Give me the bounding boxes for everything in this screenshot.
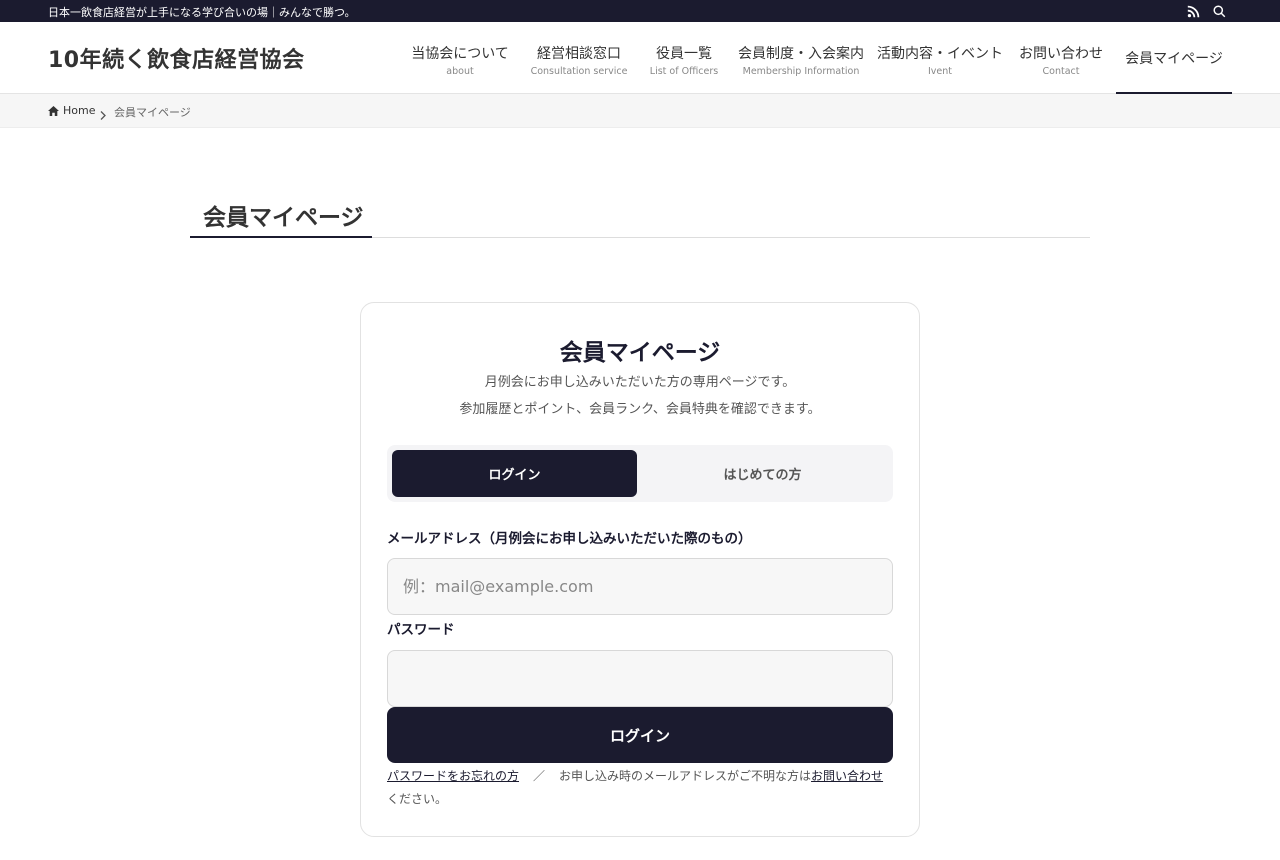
page-title: 会員マイページ [203, 205, 364, 231]
auth-tabs: ログイン はじめての方 [387, 445, 893, 502]
site-title[interactable]: 10年続く飲食店経営協会 [48, 42, 305, 74]
card-description: 参加履歴とポイント、会員ランク、会員特典を確認できます。 [459, 402, 821, 417]
nav-item-sublabel: Ivent [927, 66, 952, 77]
breadcrumb: Home 会員マイページ [0, 94, 1280, 128]
help-suffix: ください。 [387, 792, 448, 806]
nav-item-membership[interactable]: 会員制度・入会案内 Membership Information [736, 22, 866, 94]
nav-item-sublabel: Membership Information [742, 66, 860, 77]
nav-item-sublabel: Contact [1042, 66, 1080, 77]
chevron-right-icon [100, 105, 106, 124]
password-field[interactable] [387, 650, 893, 707]
nav-item-label: 役員一覧 [656, 46, 712, 62]
nav-item-officers[interactable]: 役員一覧 List of Officers [642, 22, 726, 94]
card-description: 月例会にお申し込みいただいた方の専用ページです。 [484, 375, 796, 390]
nav-item-label: 会員マイページ [1125, 51, 1223, 67]
nav-item-sublabel: about [446, 66, 474, 77]
top-bar: 日本一飲食店経営が上手になる学び合いの場｜みんなで勝つ。 [0, 0, 1280, 22]
breadcrumb-current: 会員マイページ [114, 106, 191, 119]
login-card: 会員マイページ 月例会にお申し込みいただいた方の専用ページです。 参加履歴とポイ… [360, 302, 920, 837]
nav-item-about[interactable]: 当協会について about [404, 22, 516, 94]
nav-item-events[interactable]: 活動内容・イベント Ivent [876, 22, 1004, 94]
password-label: パスワード [387, 622, 455, 638]
tab-first-time[interactable]: はじめての方 [637, 450, 888, 497]
nav-item-sublabel: Consultation service [530, 66, 628, 77]
tab-login[interactable]: ログイン [392, 450, 637, 497]
nav-item-label: 会員制度・入会案内 [738, 46, 864, 62]
title-divider-accent [190, 236, 372, 238]
contact-link[interactable]: お問い合わせ [811, 769, 883, 783]
nav-item-label: 活動内容・イベント [877, 46, 1003, 62]
nav-item-consultation[interactable]: 経営相談窓口 Consultation service [526, 22, 632, 94]
nav-item-label: お問い合わせ [1019, 46, 1103, 62]
forgot-password-link[interactable]: パスワードをお忘れの方 [387, 769, 519, 783]
login-button[interactable]: ログイン [387, 707, 893, 763]
nav-item-label: 経営相談窓口 [537, 46, 621, 62]
home-icon [48, 105, 59, 116]
help-text: パスワードをお忘れの方 ／ お申し込み時のメールアドレスがご不明な方はお問い合わせく… [387, 765, 893, 811]
nav-item-contact[interactable]: お問い合わせ Contact [1014, 22, 1108, 94]
breadcrumb-home[interactable]: Home [48, 104, 95, 117]
site-tagline: 日本一飲食店経営が上手になる学び合いの場｜みんなで勝つ。 [48, 6, 356, 19]
breadcrumb-home-label: Home [63, 104, 96, 117]
search-icon[interactable] [1211, 3, 1227, 19]
card-title: 会員マイページ [559, 340, 721, 366]
help-message: お申し込み時のメールアドレスがご不明な方は [559, 769, 812, 783]
rss-icon[interactable] [1185, 3, 1201, 19]
site-header: 10年続く飲食店経営協会 当協会について about 経営相談窓口 Consul… [0, 22, 1280, 94]
email-field[interactable] [387, 558, 893, 615]
nav-item-label: 当協会について [411, 46, 509, 62]
separator: ／ [533, 769, 546, 783]
nav-item-mypage[interactable]: 会員マイページ [1116, 22, 1232, 94]
nav-item-sublabel: List of Officers [649, 66, 719, 77]
email-label: メールアドレス（月例会にお申し込みいただいた際のもの） [387, 531, 752, 547]
